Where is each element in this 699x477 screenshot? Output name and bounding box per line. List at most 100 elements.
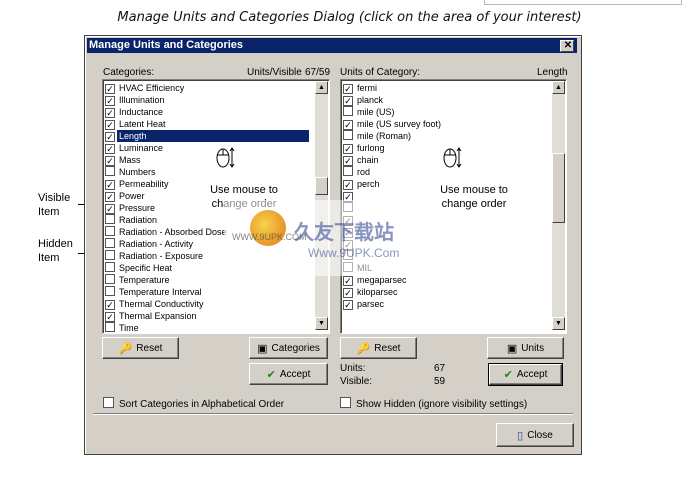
list-item[interactable]: ✓ kiloparsec: [343, 286, 549, 298]
list-item[interactable]: Temperature Interval: [105, 286, 311, 298]
scroll-down-icon[interactable]: ▼: [315, 317, 328, 330]
checkbox-checked-icon[interactable]: ✓: [105, 96, 115, 106]
dialog-title: Manage Units and Categories: [89, 39, 244, 51]
list-item-label: Temperature Interval: [119, 287, 202, 297]
checkbox-checked-icon[interactable]: ✓: [105, 300, 115, 310]
list-item-label: Illumination: [119, 95, 165, 105]
categories-button[interactable]: ▣ Categories: [249, 337, 328, 359]
show-hidden-option[interactable]: Show Hidden (ignore visibility settings): [340, 397, 527, 410]
scroll-up-icon[interactable]: ▲: [315, 81, 328, 94]
visible-item-callout-text: Visible Item: [38, 192, 71, 218]
checkbox-checked-icon[interactable]: ✓: [105, 156, 115, 166]
accept-categories-button[interactable]: ✔ Accept: [249, 363, 328, 385]
units-button[interactable]: ▣ Units: [487, 337, 564, 359]
units-of-category-header: Units of Category:: [340, 67, 421, 78]
list-item[interactable]: ✓ planck: [343, 94, 549, 106]
list-item[interactable]: ✓ Luminance: [105, 142, 311, 154]
list-item[interactable]: ✓ Mass: [105, 154, 311, 166]
list-item-label: HVAC Efficiency: [119, 83, 185, 93]
close-icon[interactable]: ✕: [560, 40, 574, 52]
list-item-label: fermi: [357, 83, 377, 93]
list-item-label: mile (US survey foot): [357, 119, 442, 129]
checkbox-checked-icon[interactable]: ✓: [105, 204, 115, 214]
checkbox-unchecked-icon[interactable]: [105, 214, 115, 224]
checkbox-unchecked-icon[interactable]: [105, 286, 115, 296]
checkbox-checked-icon[interactable]: ✓: [343, 156, 353, 166]
list-item-label: Latent Heat: [119, 119, 166, 129]
watermark-overlay: 久友下载站 WWW.9UPK.COM Www.9UPK.Com: [224, 200, 434, 276]
checkbox-unchecked-icon[interactable]: [105, 250, 115, 260]
mouse-drag-icon: [443, 147, 462, 168]
watermark-url-2: Www.9UPK.Com: [308, 246, 400, 260]
sort-alpha-option[interactable]: Sort Categories in Alphabetical Order: [103, 397, 284, 410]
list-item[interactable]: ✓ fermi: [343, 82, 549, 94]
accept-categories-label: Accept: [279, 368, 311, 380]
checkbox-checked-icon[interactable]: ✓: [105, 84, 115, 94]
list-item-label: Length: [117, 130, 309, 142]
checkbox-checked-icon[interactable]: ✓: [343, 84, 353, 94]
checkbox-checked-icon[interactable]: ✓: [105, 144, 115, 154]
checkbox-unchecked-icon[interactable]: [105, 238, 115, 248]
list-item-label: parsec: [357, 299, 385, 309]
checkbox-checked-icon[interactable]: ✓: [343, 300, 353, 310]
list-item[interactable]: Numbers: [105, 166, 311, 178]
show-hidden-label: Show Hidden (ignore visibility settings): [356, 399, 528, 410]
units-visible-header: Units/Visible: [247, 67, 302, 78]
list-item[interactable]: ✓ Latent Heat: [105, 118, 311, 130]
checkbox-unchecked-icon[interactable]: [105, 274, 115, 284]
list-item[interactable]: mile (US): [343, 106, 549, 118]
list-item[interactable]: Time: [105, 322, 311, 333]
checkbox-unchecked-icon[interactable]: [343, 130, 353, 140]
list-item[interactable]: mile (Roman): [343, 130, 549, 142]
list-item[interactable]: ✓ Thermal Expansion: [105, 310, 311, 322]
checkbox-unchecked-icon[interactable]: [105, 166, 115, 176]
list-item-label: Luminance: [119, 143, 164, 153]
list-item[interactable]: ✓ mile (US survey foot): [343, 118, 549, 130]
list-item-label: Numbers: [119, 167, 156, 177]
units-scrollbar[interactable]: ▲ ▼: [552, 81, 565, 330]
list-item[interactable]: ✓ parsec: [343, 298, 549, 310]
checkbox-checked-icon[interactable]: ✓: [343, 276, 353, 286]
list-item[interactable]: ✓ Illumination: [105, 94, 311, 106]
reset-icon: 🔑: [118, 342, 133, 355]
checkbox-checked-icon[interactable]: ✓: [343, 120, 353, 130]
checkbox-unchecked-icon[interactable]: [105, 226, 115, 236]
checkbox-unchecked-icon[interactable]: [105, 262, 115, 272]
checkbox-checked-icon[interactable]: ✓: [105, 192, 115, 202]
checkbox-checked-icon[interactable]: ✓: [343, 144, 353, 154]
list-item-label: Mass: [119, 155, 141, 165]
units-scroll-thumb[interactable]: [552, 153, 565, 223]
list-item-label: kiloparsec: [357, 287, 398, 297]
units-visible-count: 67/59: [305, 67, 331, 78]
close-button[interactable]: ▯ Close: [496, 423, 574, 447]
sort-alpha-label: Sort Categories in Alphabetical Order: [119, 399, 285, 410]
checkbox-unchecked-icon[interactable]: [105, 322, 115, 332]
list-item[interactable]: ✓ Length: [105, 130, 311, 142]
checkbox-checked-icon[interactable]: ✓: [105, 180, 115, 190]
hidden-item-callout: Hidden Item: [38, 237, 82, 265]
show-hidden-checkbox[interactable]: [340, 397, 351, 408]
checkbox-checked-icon[interactable]: ✓: [343, 96, 353, 106]
checkbox-checked-icon[interactable]: ✓: [105, 108, 115, 118]
checkbox-checked-icon[interactable]: ✓: [105, 120, 115, 130]
watermark-url: WWW.9UPK.COM: [232, 232, 307, 242]
reset-categories-button[interactable]: 🔑 Reset: [102, 337, 179, 359]
list-item[interactable]: ✓ Thermal Conductivity: [105, 298, 311, 310]
accept-units-button[interactable]: ✔ Accept: [488, 363, 563, 386]
checkbox-checked-icon[interactable]: ✓: [105, 312, 115, 322]
scroll-up-icon[interactable]: ▲: [552, 81, 565, 94]
reset-units-button[interactable]: 🔑 Reset: [340, 337, 417, 359]
checkbox-unchecked-icon[interactable]: [343, 106, 353, 116]
checkbox-checked-icon[interactable]: ✓: [343, 288, 353, 298]
categories-scroll-thumb[interactable]: [315, 177, 328, 195]
right-reorder-hint: Use mouse to change order: [440, 184, 508, 210]
checkbox-checked-icon[interactable]: ✓: [105, 132, 115, 142]
reset-icon: 🔑: [356, 342, 371, 355]
scroll-down-icon[interactable]: ▼: [552, 317, 565, 330]
checkbox-checked-icon[interactable]: ✓: [343, 180, 353, 190]
checkbox-unchecked-icon[interactable]: [343, 166, 353, 176]
list-item[interactable]: ✓ Inductance: [105, 106, 311, 118]
units-stat-label: Units:: [340, 363, 366, 374]
sort-alpha-checkbox[interactable]: [103, 397, 114, 408]
list-item[interactable]: ✓ HVAC Efficiency: [105, 82, 311, 94]
